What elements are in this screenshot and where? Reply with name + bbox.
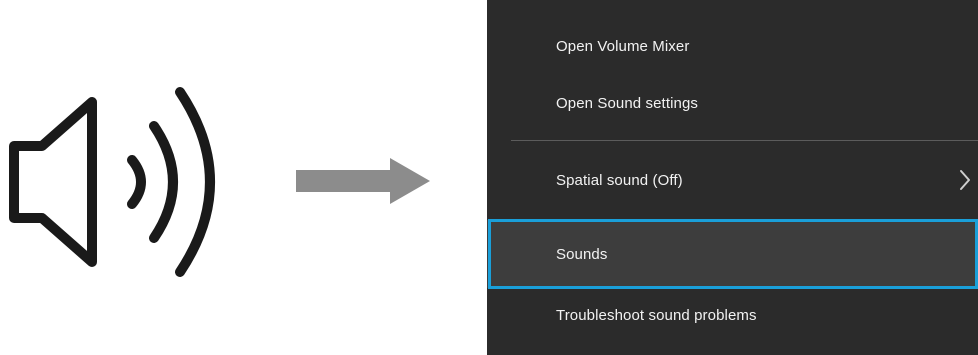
menu-item-troubleshoot-sound-problems[interactable]: Troubleshoot sound problems	[487, 293, 978, 337]
menu-item-label: Sounds	[556, 245, 608, 263]
menu-item-label: Open Sound settings	[556, 94, 698, 112]
menu-item-label: Open Volume Mixer	[556, 37, 690, 55]
context-menu: Open Volume Mixer Open Sound settings Sp…	[487, 0, 978, 355]
menu-separator	[511, 140, 978, 141]
speaker-volume-icon	[9, 87, 215, 277]
menu-item-open-sound-settings[interactable]: Open Sound settings	[487, 82, 978, 124]
menu-item-spatial-sound[interactable]: Spatial sound (Off)	[487, 158, 978, 202]
right-arrow-icon	[296, 158, 430, 204]
menu-item-open-volume-mixer[interactable]: Open Volume Mixer	[487, 25, 978, 67]
menu-item-label: Spatial sound (Off)	[556, 171, 683, 189]
menu-item-label: Troubleshoot sound problems	[556, 306, 757, 324]
menu-item-sounds[interactable]: Sounds	[487, 220, 978, 288]
chevron-right-icon	[960, 170, 970, 190]
